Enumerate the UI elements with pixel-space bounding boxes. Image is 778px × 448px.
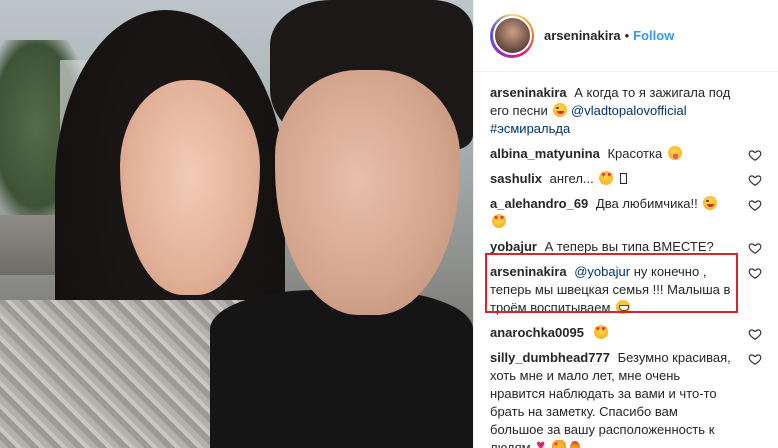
red-heart-emoji	[536, 438, 550, 448]
comment-text: Красотка	[607, 146, 663, 161]
comment-list: arseninakira А когда то я зажигала под е…	[474, 72, 778, 448]
like-heart-icon[interactable]	[748, 198, 762, 212]
wink-face-emoji	[553, 103, 568, 117]
comment-row: a_alehandro_69 Два любимчика!!	[490, 195, 762, 231]
post-header: arseninakira • Follow	[474, 0, 778, 72]
comment-username[interactable]: silly_dumbhead777	[490, 350, 610, 365]
tongue-face-emoji	[667, 146, 682, 160]
heart-eyes-emoji	[593, 325, 608, 339]
comment-row: anarochka0095	[490, 324, 762, 342]
comment-username[interactable]: anarochka0095	[490, 325, 584, 340]
like-heart-icon[interactable]	[748, 148, 762, 162]
follow-button[interactable]: Follow	[633, 28, 674, 43]
comment-row: silly_dumbhead777 Безумно красивая, хоть…	[490, 349, 762, 448]
fire-emoji	[568, 440, 582, 448]
like-heart-icon[interactable]	[748, 327, 762, 341]
comment-row: sashulix ангел...	[490, 170, 762, 188]
comment-username[interactable]: a_alehandro_69	[490, 196, 588, 211]
comment-username[interactable]: yobajur	[490, 239, 537, 254]
like-heart-icon[interactable]	[748, 173, 762, 187]
comment-row: yobajur А теперь вы типа ВМЕСТЕ?	[490, 238, 762, 256]
man-shirt	[210, 290, 473, 448]
caption: arseninakira А когда то я зажигала под е…	[490, 84, 762, 138]
like-heart-icon[interactable]	[748, 241, 762, 255]
mention-link[interactable]: @vladtopalovofficial	[571, 103, 687, 118]
like-heart-icon[interactable]	[748, 266, 762, 280]
mention-link[interactable]: @yobajur	[574, 264, 630, 279]
header-username[interactable]: arseninakira	[544, 28, 621, 43]
comment-username[interactable]: arseninakira	[490, 264, 567, 279]
heart-eyes-cat-emoji	[552, 440, 567, 448]
heart-eyes-emoji	[492, 214, 506, 228]
post-sidebar: arseninakira • Follow arseninakira А ког…	[473, 0, 778, 448]
comment-text: ангел...	[549, 171, 594, 186]
missing-glyph-icon	[620, 173, 627, 184]
post-photo[interactable]	[0, 0, 473, 448]
hashtag-link[interactable]: #эсмиральда	[490, 121, 570, 136]
wink-face-emoji	[703, 196, 718, 210]
comment-username[interactable]: arseninakira	[490, 85, 567, 100]
avatar[interactable]	[492, 16, 532, 55]
man-face	[275, 70, 460, 315]
highlighted-comment: arseninakira @yobajur ну конечно , тепер…	[490, 263, 762, 317]
comment-text: А теперь вы типа ВМЕСТЕ?	[544, 239, 714, 254]
grinning-sweat-emoji	[616, 300, 631, 314]
comment-text: Два любимчика!!	[595, 196, 698, 211]
comment-username[interactable]: albina_matyunina	[490, 146, 600, 161]
comment-row: albina_matyunina Красотка	[490, 145, 762, 163]
story-ring[interactable]	[490, 13, 534, 58]
heart-eyes-emoji	[599, 171, 614, 185]
separator-dot: •	[624, 28, 630, 43]
like-heart-icon[interactable]	[748, 352, 762, 366]
comment-username[interactable]: sashulix	[490, 171, 542, 186]
